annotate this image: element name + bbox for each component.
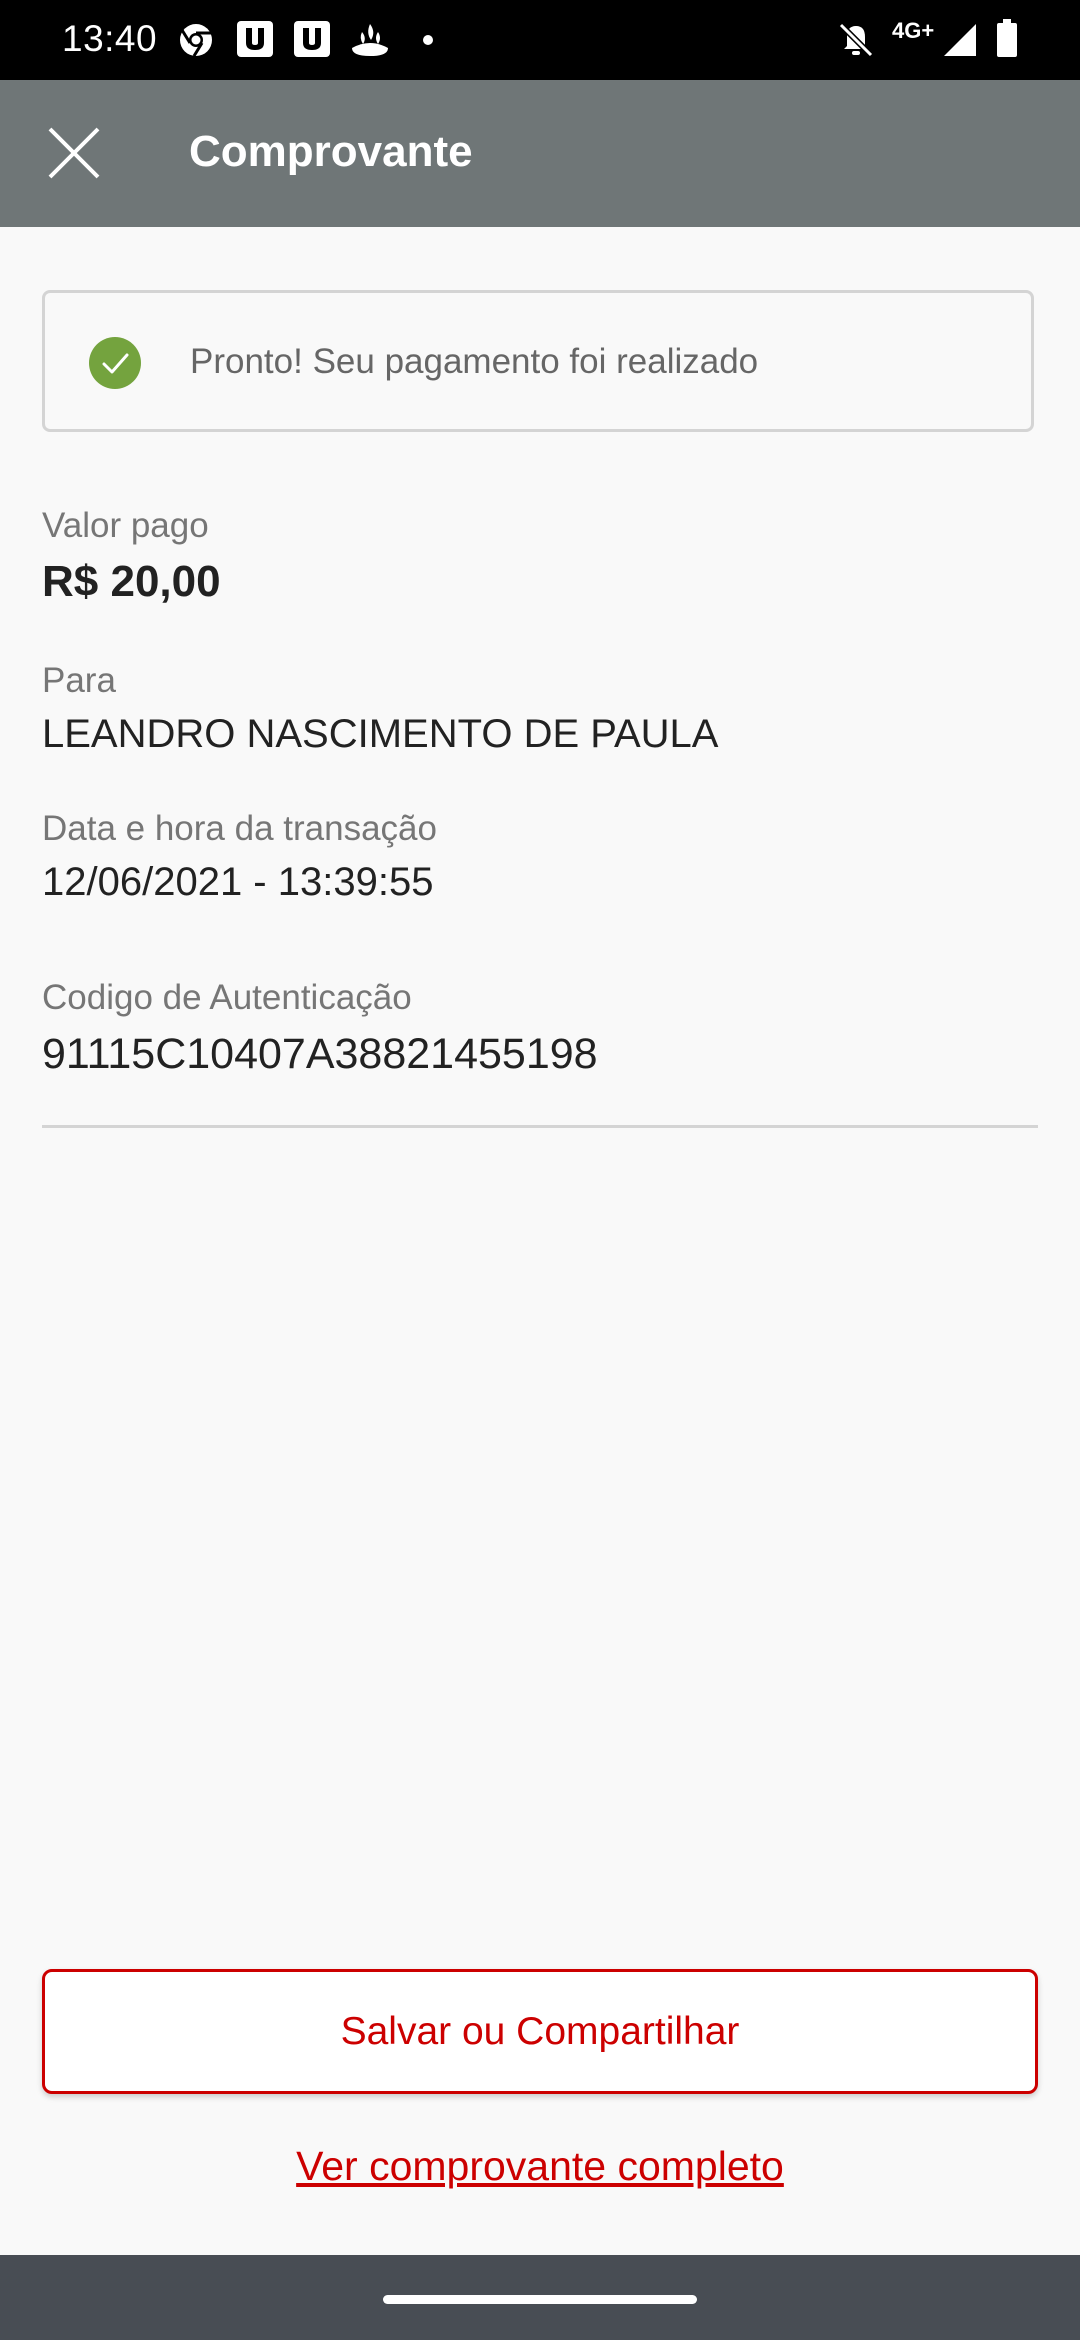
close-button[interactable] <box>22 101 126 205</box>
notifications-off-icon <box>838 22 874 58</box>
network-type: 4G+ <box>892 18 935 43</box>
app-u-icon <box>294 21 330 57</box>
chrome-icon <box>180 24 212 57</box>
close-icon <box>48 127 100 179</box>
recipient-value: LEANDRO NASCIMENTO DE PAULA <box>42 712 719 756</box>
datetime-value: 12/06/2021 - 13:39:55 <box>42 860 434 904</box>
santander-icon <box>352 24 388 56</box>
amount-value: R$ 20,00 <box>42 557 221 606</box>
navigation-bar <box>0 2255 1080 2340</box>
dot-icon <box>423 35 433 45</box>
status-bar: 13:40 4G+ <box>0 0 1080 80</box>
amount-label: Valor pago <box>42 506 209 545</box>
home-indicator[interactable] <box>383 2295 697 2304</box>
datetime-label: Data e hora da transação <box>42 809 437 848</box>
check-circle-icon <box>89 337 141 389</box>
save-share-button[interactable]: Salvar ou Compartilhar <box>42 1969 1038 2094</box>
success-banner: Pronto! Seu pagamento foi realizado <box>42 290 1034 432</box>
divider <box>42 1125 1038 1128</box>
status-time: 13:40 <box>62 18 158 59</box>
app-u-icon <box>237 21 273 57</box>
full-receipt-link[interactable]: Ver comprovante completo <box>0 2140 1080 2192</box>
auth-code-value: 91115C10407A38821455198 <box>42 1030 598 1078</box>
recipient-label: Para <box>42 661 116 700</box>
battery-icon <box>997 19 1017 57</box>
success-message: Pronto! Seu pagamento foi realizado <box>190 342 759 381</box>
signal-icon <box>944 24 976 56</box>
auth-code-label: Codigo de Autenticação <box>42 978 412 1017</box>
app-bar: Comprovante <box>0 80 1080 227</box>
page-title: Comprovante <box>189 127 473 176</box>
